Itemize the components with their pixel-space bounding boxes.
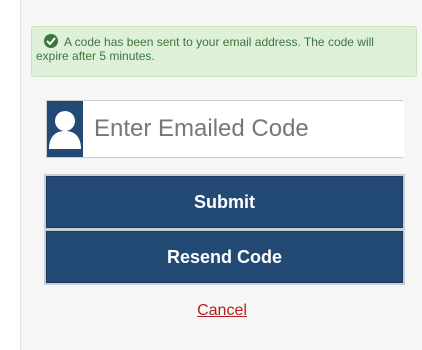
cancel-link[interactable]: Cancel <box>21 302 422 320</box>
user-icon <box>47 101 83 157</box>
emailed-code-input[interactable] <box>83 101 404 157</box>
verification-panel: A code has been sent to your email addre… <box>20 0 422 350</box>
submit-button[interactable]: Submit <box>46 176 403 228</box>
resend-code-button[interactable]: Resend Code <box>46 231 403 283</box>
code-field-group <box>46 100 404 158</box>
alert-message: A code has been sent to your email addre… <box>36 35 374 63</box>
success-alert: A code has been sent to your email addre… <box>31 26 417 77</box>
check-circle-icon <box>44 34 58 48</box>
